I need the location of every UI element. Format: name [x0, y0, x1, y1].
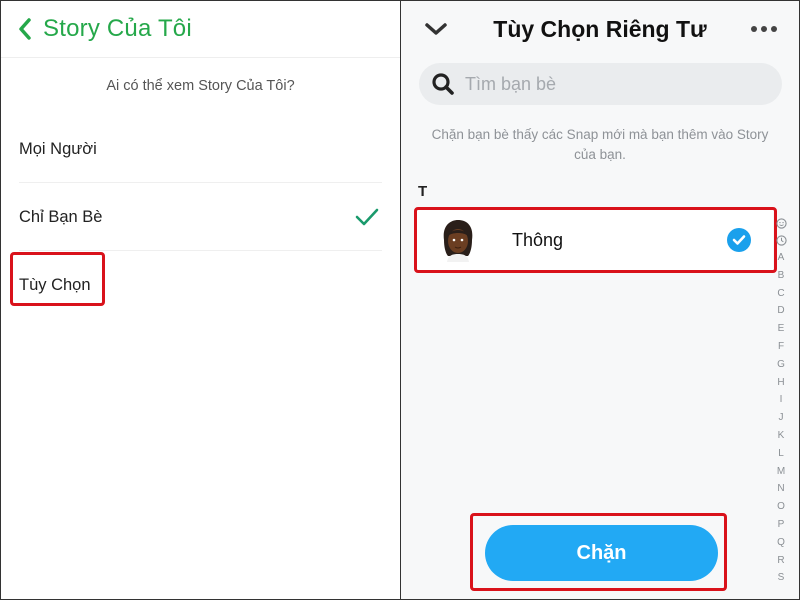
index-letter[interactable]: J [779, 409, 784, 427]
friend-name: Thông [512, 229, 564, 250]
option-label: Chỉ Bạn Bè [19, 207, 103, 226]
index-letter[interactable]: D [777, 302, 784, 320]
my-story-header: Story Của Tôi [1, 1, 400, 58]
selected-check-icon[interactable] [727, 228, 751, 252]
index-letter[interactable]: I [780, 391, 783, 409]
block-button[interactable]: Chặn [485, 525, 718, 581]
option-everyone[interactable]: Mọi Người [1, 115, 400, 183]
bitmoji-avatar [443, 220, 473, 262]
index-letter[interactable]: B [778, 267, 785, 285]
page-title: Story Của Tôi [43, 15, 192, 42]
privacy-header: Tùy Chọn Riêng Tư [401, 1, 799, 58]
audience-question: Ai có thể xem Story Của Tôi? [106, 78, 295, 94]
more-dots-icon[interactable] [751, 20, 777, 38]
my-story-screen: Story Của Tôi Ai có thể xem Story Của Tô… [1, 1, 401, 599]
chevron-down-icon[interactable] [423, 18, 449, 40]
index-letter[interactable]: S [778, 569, 785, 587]
smiley-icon[interactable] [775, 218, 787, 229]
index-letter[interactable]: R [777, 552, 784, 570]
index-letter[interactable]: A [778, 249, 785, 267]
index-letter[interactable]: P [778, 516, 785, 534]
friend-row[interactable]: Thông [416, 210, 773, 270]
block-description: Chặn bạn bè thấy các Snap mới mà bạn thê… [431, 127, 769, 162]
back-button[interactable] [15, 17, 35, 41]
option-label: Mọi Người [19, 139, 97, 158]
checkmark-icon [355, 208, 379, 226]
alphabet-index[interactable]: A B C D E F G H I J K L M N O P Q R S [774, 215, 788, 587]
index-letter[interactable]: N [777, 480, 784, 498]
index-letter[interactable]: Q [777, 534, 785, 552]
index-letter[interactable]: F [778, 338, 784, 356]
screenshot-frame: Story Của Tôi Ai có thể xem Story Của Tô… [0, 0, 800, 600]
index-letter[interactable]: E [778, 320, 785, 338]
search-icon [432, 73, 454, 95]
audience-options: Mọi Người Chỉ Bạn Bè Tùy Chọn [1, 115, 400, 319]
index-letter[interactable]: K [778, 427, 785, 445]
privacy-options-screen: Tùy Chọn Riêng Tư Chặn bạn bè thấy các S… [401, 1, 799, 599]
index-letter[interactable]: C [777, 285, 784, 303]
section-header-letter: T [418, 183, 428, 200]
index-letter[interactable]: M [777, 463, 785, 481]
search-input[interactable] [465, 73, 755, 95]
option-custom[interactable]: Tùy Chọn [1, 251, 400, 319]
index-letter[interactable]: H [777, 374, 784, 392]
page-title: Tùy Chọn Riêng Tư [493, 16, 707, 42]
chevron-left-icon [19, 18, 31, 40]
option-friends-only[interactable]: Chỉ Bạn Bè [1, 183, 400, 251]
clock-icon[interactable] [775, 235, 787, 246]
index-letter[interactable]: G [777, 356, 785, 374]
option-label: Tùy Chọn [19, 275, 91, 294]
index-letter[interactable]: O [777, 498, 785, 516]
search-bar[interactable] [419, 63, 782, 105]
index-letter[interactable]: L [778, 445, 784, 463]
